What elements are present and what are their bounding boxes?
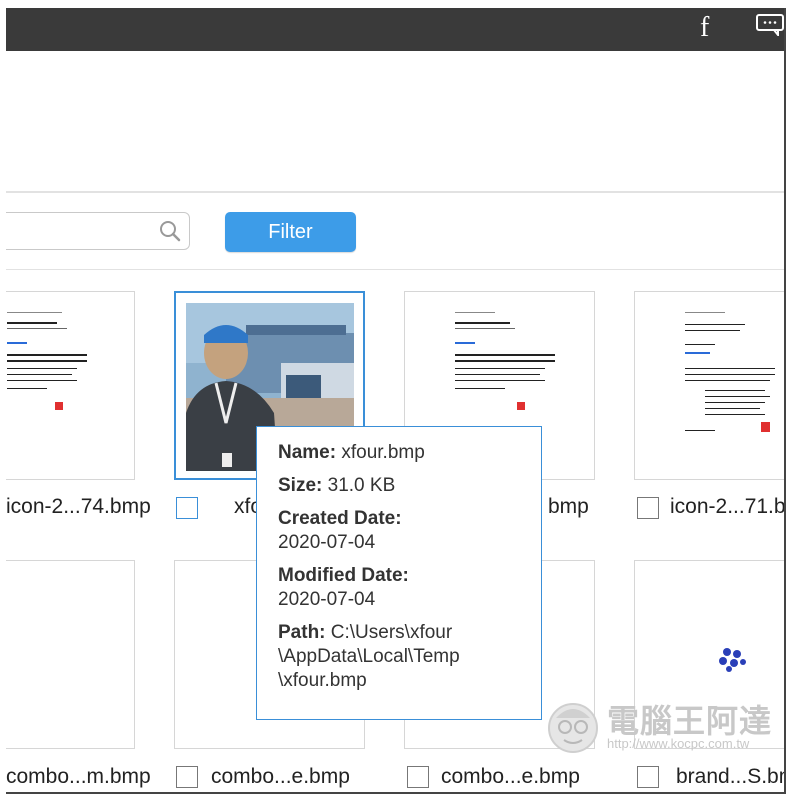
app-window: f Filter icon-2...74.bmp bmp icon-2...71… bbox=[6, 8, 786, 794]
divider bbox=[6, 269, 784, 270]
tooltip-created-value: 2020-07-04 bbox=[278, 532, 376, 553]
title-bar: f bbox=[6, 8, 784, 51]
search-input[interactable] bbox=[13, 219, 157, 245]
file-checkbox[interactable] bbox=[637, 497, 659, 519]
tooltip-path: Path: C:\Users\xfour bbox=[278, 622, 453, 643]
file-name: combo...m.bmp bbox=[6, 765, 151, 788]
file-thumbnail[interactable] bbox=[6, 291, 135, 480]
tooltip-path-line: \xfour.bmp bbox=[278, 670, 367, 691]
brand-logo-preview bbox=[719, 648, 746, 672]
watermark-mascot-icon bbox=[548, 703, 598, 753]
search-box[interactable] bbox=[6, 212, 190, 250]
facebook-icon[interactable]: f bbox=[700, 12, 709, 44]
tooltip-name: Name: xfour.bmp bbox=[278, 442, 425, 463]
file-name: brand...S.bmp bbox=[676, 765, 784, 788]
file-checkbox[interactable] bbox=[176, 497, 198, 519]
divider bbox=[6, 191, 784, 193]
search-icon[interactable] bbox=[159, 220, 181, 242]
tooltip-size: Size: 31.0 KB bbox=[278, 475, 396, 496]
document-preview bbox=[685, 312, 784, 452]
file-name: icon-2...74.bmp bbox=[6, 495, 151, 518]
document-preview bbox=[455, 312, 575, 422]
tooltip-created-label: Created Date: bbox=[278, 508, 402, 529]
file-name: icon-2...71.bmp bbox=[670, 495, 786, 518]
watermark: 電腦王阿達 http://www.kocpc.com.tw bbox=[544, 696, 784, 760]
file-name: bmp bbox=[548, 495, 589, 518]
file-name: combo...e.bmp bbox=[211, 765, 350, 788]
filter-button[interactable]: Filter bbox=[225, 212, 356, 252]
file-name: combo...e.bmp bbox=[441, 765, 580, 788]
tooltip-path-line: \AppData\Local\Temp bbox=[278, 646, 460, 667]
tooltip-modified-label: Modified Date: bbox=[278, 565, 409, 586]
tooltip-modified-value: 2020-07-04 bbox=[278, 589, 376, 610]
feedback-icon[interactable] bbox=[756, 14, 784, 36]
document-preview bbox=[7, 312, 127, 422]
file-thumbnail[interactable] bbox=[6, 560, 135, 749]
file-checkbox[interactable] bbox=[407, 766, 429, 788]
watermark-url: http://www.kocpc.com.tw bbox=[607, 736, 750, 751]
file-checkbox[interactable] bbox=[637, 766, 659, 788]
file-checkbox[interactable] bbox=[176, 766, 198, 788]
file-info-tooltip: Name: xfour.bmp Size: 31.0 KB Created Da… bbox=[256, 426, 542, 720]
file-thumbnail[interactable] bbox=[634, 291, 784, 480]
